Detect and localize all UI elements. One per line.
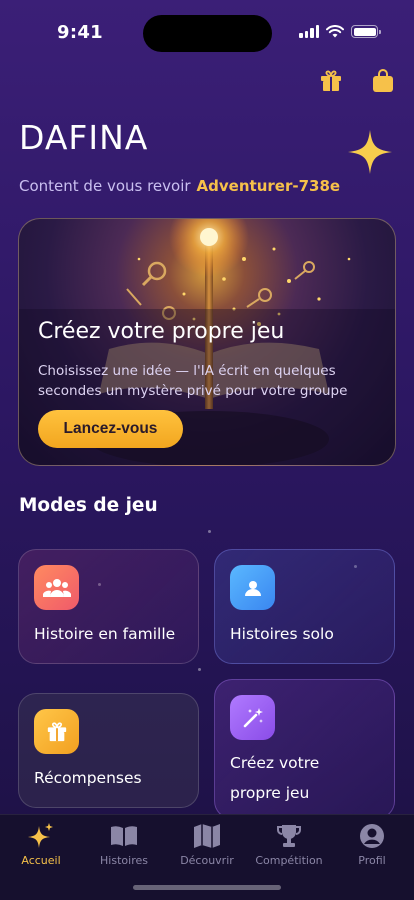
person-icon (230, 565, 275, 610)
mode-card-family[interactable]: Histoire en famille (18, 549, 199, 664)
status-time: 9:41 (57, 22, 103, 43)
hero-title: Créez votre propre jeu (38, 319, 285, 344)
sparkle-icon (26, 821, 56, 851)
tab-label-profile: Profil (358, 854, 386, 867)
tab-discover[interactable]: Découvrir (166, 821, 248, 867)
family-icon (34, 565, 79, 610)
tab-label-home: Accueil (21, 854, 61, 867)
tab-label-competition: Compétition (255, 854, 323, 867)
trophy-icon (274, 821, 304, 851)
mode-card-solo[interactable]: Histoires solo (214, 549, 395, 664)
gift-icon (34, 709, 79, 754)
status-bar: 9:41 (0, 0, 414, 60)
battery-icon (351, 25, 381, 38)
background-star (208, 530, 211, 533)
profile-icon (357, 821, 387, 851)
map-icon (192, 821, 222, 851)
tab-home[interactable]: Accueil (0, 821, 82, 867)
shopping-bag-icon[interactable] (370, 68, 396, 94)
mode-label-solo: Histoires solo (230, 625, 334, 643)
cellular-signal-icon (299, 25, 319, 38)
tab-stories[interactable]: Histoires (83, 821, 165, 867)
gift-icon[interactable] (318, 68, 344, 94)
mode-card-rewards[interactable]: Récompenses (18, 693, 199, 808)
tab-label-discover: Découvrir (180, 854, 234, 867)
dynamic-island (143, 15, 272, 52)
magic-wand-icon (230, 695, 275, 740)
book-icon (109, 821, 139, 851)
greeting: Content de vous revoir Adventurer-738e (19, 177, 340, 195)
start-button[interactable]: Lancez-vous (38, 410, 183, 448)
mode-label-create-line1: Créez votre (230, 754, 320, 772)
mode-card-create[interactable]: Créez votre propre jeu (214, 679, 395, 819)
modes-section-title: Modes de jeu (19, 495, 158, 516)
tab-label-stories: Histoires (100, 854, 148, 867)
status-icons (299, 25, 381, 38)
mode-label-family: Histoire en famille (34, 625, 176, 643)
tab-profile[interactable]: Profil (331, 821, 413, 867)
home-indicator (133, 885, 281, 890)
sparkle-icon (348, 130, 392, 174)
brand-title: DAFINA (19, 118, 149, 157)
tab-competition[interactable]: Compétition (248, 821, 330, 867)
hero-card[interactable]: Créez votre propre jeu Choisissez une id… (18, 218, 396, 466)
background-star (198, 668, 201, 671)
username: Adventurer-738e (196, 177, 341, 195)
wifi-icon (326, 25, 344, 38)
hero-description: Choisissez une idée — l'IA écrit en quel… (38, 363, 348, 399)
mode-label-rewards: Récompenses (34, 769, 142, 787)
top-actions (318, 68, 396, 94)
greeting-text: Content de vous revoir (19, 177, 191, 195)
mode-label-create-line2: propre jeu (230, 784, 310, 802)
